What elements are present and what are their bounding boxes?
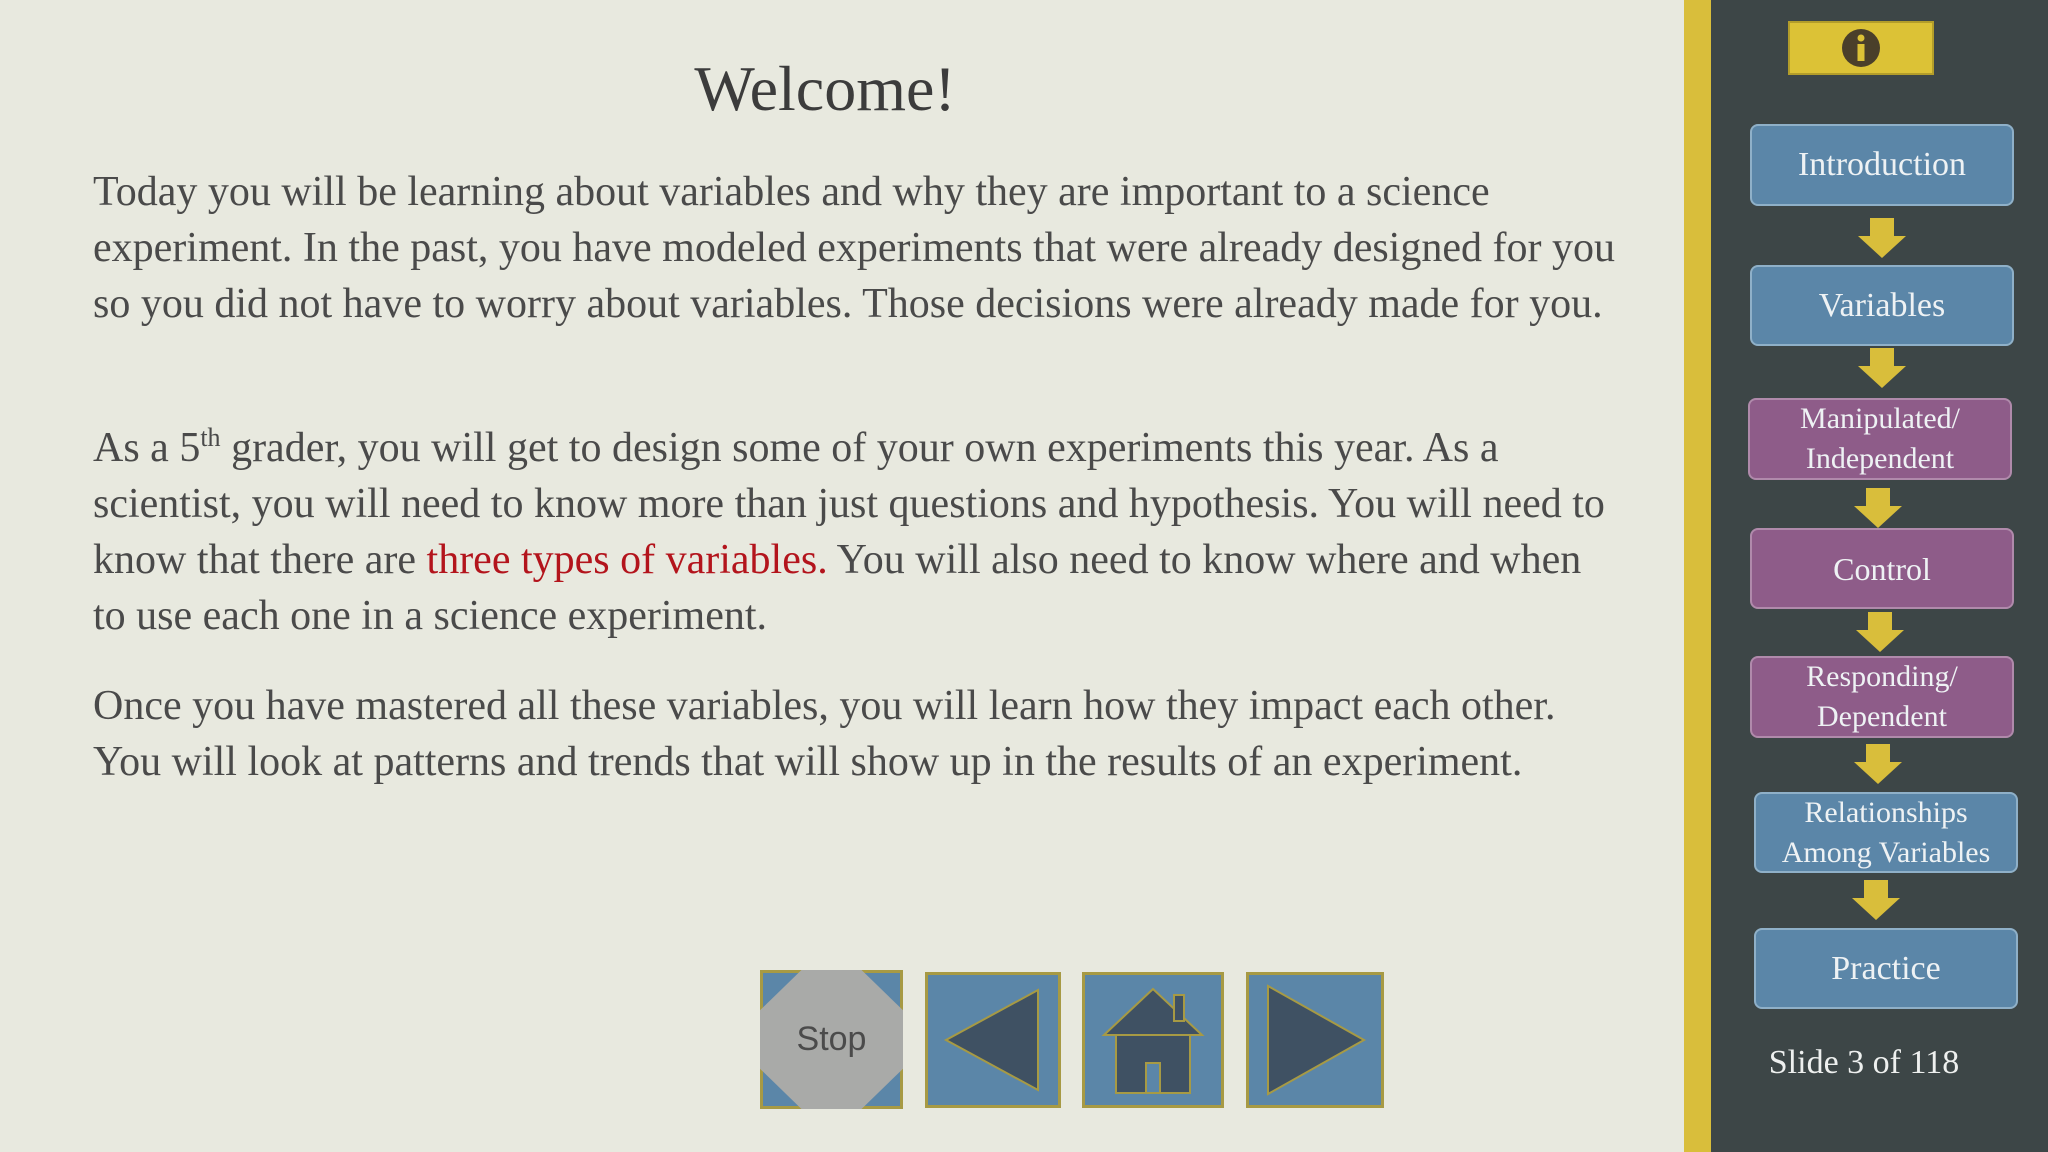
sidebar-item-label-line2: Dependent — [1817, 700, 1947, 733]
three-types-link[interactable]: three types of variables. — [427, 537, 828, 583]
sidebar: Introduction Variables Manipulated/Indep… — [1684, 0, 2048, 1152]
triangle-left-icon — [943, 988, 1039, 1092]
info-button[interactable] — [1788, 21, 1934, 75]
paragraph-intro: Today you will be learning about variabl… — [93, 169, 1615, 327]
sidebar-item-practice[interactable]: Practice — [1754, 928, 2018, 1009]
sidebar-item-label: Responding/Dependent — [1806, 657, 1958, 737]
house-icon — [1101, 987, 1205, 1094]
sidebar-item-responding-dependent[interactable]: Responding/Dependent — [1750, 656, 2014, 738]
paragraph-design-text-1: As a 5 — [93, 425, 201, 471]
arrow-down-icon — [1854, 488, 1902, 528]
forward-button[interactable] — [1246, 972, 1384, 1108]
stop-octagon-icon: Stop — [760, 970, 903, 1109]
slide-content: Welcome! Today you will be learning abou… — [0, 0, 1684, 1152]
back-button[interactable] — [925, 972, 1061, 1108]
slide-counter: Slide 3 of 118 — [1768, 1044, 1960, 1081]
arrow-down-icon — [1852, 880, 1900, 920]
sidebar-item-relationships[interactable]: Relationships Among Variables — [1754, 792, 2018, 873]
sidebar-item-label: Relationships Among Variables — [1782, 793, 1991, 873]
paragraph-relationships: Once you have mastered all these variabl… — [93, 683, 1556, 785]
sidebar-item-label-line1: Responding/ — [1806, 660, 1958, 693]
stop-label: Stop — [796, 1020, 867, 1058]
sidebar-item-label: Variables — [1818, 286, 1946, 324]
sidebar-item-variables[interactable]: Variables — [1750, 265, 2014, 346]
slide-title: Welcome! — [694, 53, 956, 124]
sidebar-accent-stripe — [1684, 0, 1711, 1152]
sidebar-item-label: Control — [1833, 550, 1931, 587]
arrow-down-icon — [1858, 218, 1906, 258]
arrow-down-icon — [1854, 744, 1902, 784]
sidebar-item-label: Manipulated/Independent — [1800, 399, 1960, 479]
sidebar-item-manipulated-independent[interactable]: Manipulated/Independent — [1748, 398, 2012, 480]
sidebar-item-label-line2: Independent — [1805, 442, 1955, 475]
sidebar-item-label: Practice — [1831, 949, 1941, 987]
sidebar-item-label: Introduction — [1797, 146, 1967, 183]
info-icon — [1842, 29, 1880, 67]
stop-button[interactable]: Stop — [760, 970, 903, 1109]
sidebar-item-label-line1: Relationships — [1804, 795, 1968, 829]
arrow-down-icon — [1858, 348, 1906, 388]
sidebar-item-label-line2: Among Variables — [1781, 835, 1991, 869]
sidebar-item-label-line1: Manipulated/ — [1800, 402, 1960, 435]
arrow-down-icon — [1856, 612, 1904, 652]
superscript-th: th — [200, 423, 221, 452]
sidebar-item-introduction[interactable]: Introduction — [1750, 124, 2014, 206]
home-button[interactable] — [1082, 972, 1224, 1108]
triangle-right-icon — [1267, 984, 1367, 1096]
paragraph-design: As a 5th grader, you will get to design … — [93, 420, 1623, 644]
sidebar-item-control[interactable]: Control — [1750, 528, 2014, 609]
